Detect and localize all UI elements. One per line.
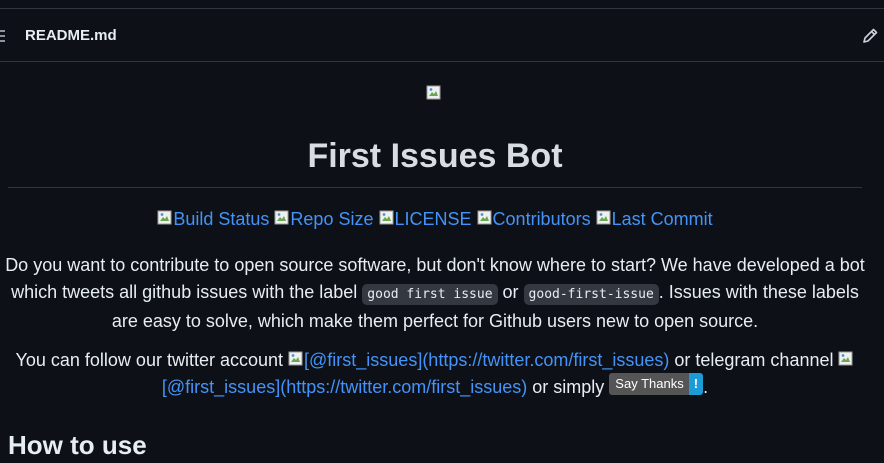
broken-image-icon <box>288 351 304 367</box>
say-thanks-mark: ! <box>688 373 704 396</box>
badge-alt: LICENSE <box>394 209 472 229</box>
list-icon[interactable] <box>0 30 6 42</box>
follow-text: or telegram channel <box>669 350 839 370</box>
badge-alt: Contributors <box>492 209 591 229</box>
follow-paragraph: You can follow our twitter account [@fir… <box>0 347 870 401</box>
broken-image-icon <box>274 210 290 226</box>
follow-text: or simply <box>527 377 610 397</box>
twitter-link[interactable]: [@first_issues](https://twitter.com/firs… <box>288 350 669 370</box>
telegram-link-text: [@first_issues](https://twitter.com/firs… <box>161 377 528 397</box>
broken-image-icon <box>157 210 173 226</box>
last-commit-badge[interactable]: Last Commit <box>596 209 713 229</box>
say-thanks-badge[interactable]: Say Thanks! <box>609 373 704 396</box>
intro-paragraph: Do you want to contribute to open source… <box>0 252 870 335</box>
twitter-link-text: [@first_issues](https://twitter.com/firs… <box>304 350 670 370</box>
badge-alt: Repo Size <box>290 209 374 229</box>
follow-text: You can follow our twitter account <box>15 350 289 370</box>
pencil-icon[interactable] <box>860 26 880 46</box>
build-status-badge[interactable]: Build Status <box>157 209 269 229</box>
license-badge[interactable]: LICENSE <box>379 209 472 229</box>
broken-image-icon <box>477 210 493 226</box>
badge-alt: Build Status <box>173 209 270 229</box>
label-code: good-first-issue <box>523 284 659 305</box>
section-heading: How to use <box>8 430 147 460</box>
badge-row: Build Status Repo Size LICENSE Contribut… <box>0 209 870 230</box>
intro-text: or <box>497 282 524 302</box>
broken-image-icon <box>379 210 395 226</box>
file-header: README.md <box>0 9 884 62</box>
file-name: README.md <box>25 27 117 44</box>
label-code: good first issue <box>362 284 498 305</box>
page-title: First Issues Bot <box>307 137 563 175</box>
repo-size-badge[interactable]: Repo Size <box>274 209 373 229</box>
say-thanks-label: Say Thanks <box>609 373 689 396</box>
follow-text: . <box>703 377 709 397</box>
contributors-badge[interactable]: Contributors <box>477 209 591 229</box>
title-divider <box>8 187 862 188</box>
broken-image-icon <box>596 210 612 226</box>
broken-image-icon <box>426 85 442 101</box>
badge-alt: Last Commit <box>611 209 713 229</box>
broken-image-icon <box>838 351 854 367</box>
